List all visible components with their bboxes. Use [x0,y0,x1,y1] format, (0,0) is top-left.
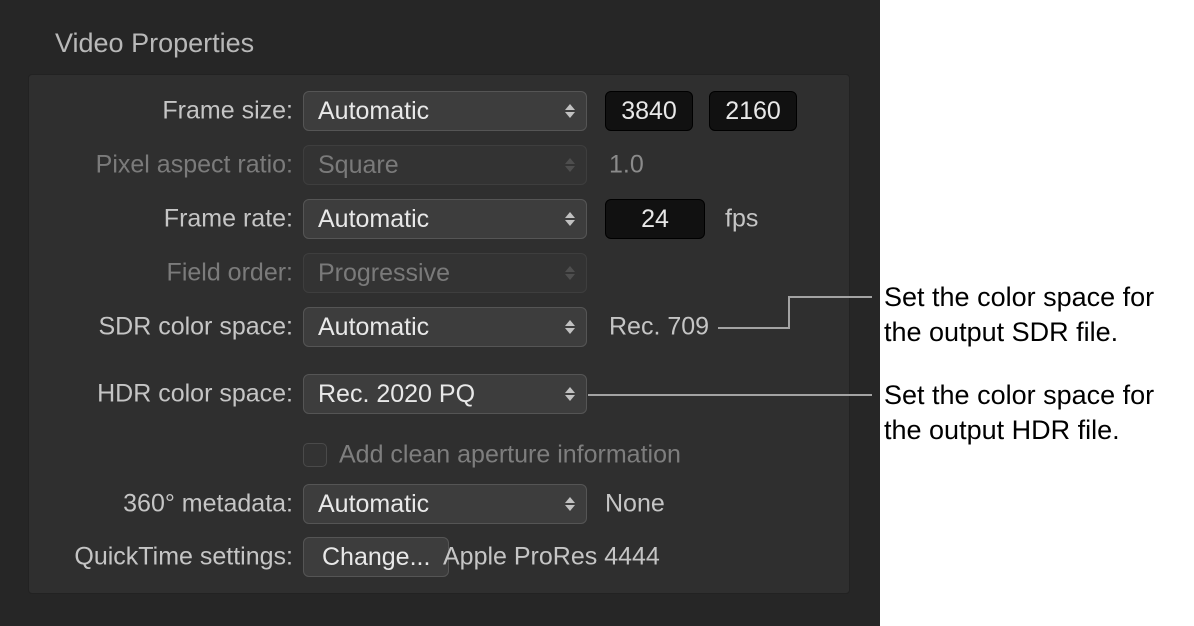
updown-icon [562,207,578,231]
updown-icon [562,382,578,406]
properties-form: Frame size: Automatic 3840 2160 Pixel as… [28,74,850,594]
pixel-aspect-dropdown: Square [303,145,587,185]
leader-line [718,327,788,329]
callout-sdr-line1: Set the color space for [884,282,1154,312]
metadata-360-value: None [605,490,665,519]
callout-hdr: Set the color space for the output HDR f… [884,378,1154,448]
section-title: Video Properties [55,28,254,59]
updown-icon [562,153,578,177]
field-order-label: Field order: [167,259,293,288]
frame-rate-dropdown-value: Automatic [318,205,429,234]
updown-icon [562,99,578,123]
sdr-color-space-value: Rec. 709 [609,313,709,342]
row-field-order: Field order: Progressive [29,251,849,295]
updown-icon [562,315,578,339]
hdr-color-space-dropdown[interactable]: Rec. 2020 PQ [303,374,587,414]
frame-rate-label: Frame rate: [164,205,293,234]
metadata-360-dropdown[interactable]: Automatic [303,484,587,524]
frame-width-field[interactable]: 3840 [605,91,693,131]
pixel-aspect-dropdown-value: Square [318,151,399,180]
frame-height-field[interactable]: 2160 [709,91,797,131]
frame-rate-dropdown[interactable]: Automatic [303,199,587,239]
field-order-dropdown: Progressive [303,253,587,293]
callout-hdr-line1: Set the color space for [884,380,1154,410]
pixel-aspect-value: 1.0 [609,151,644,180]
updown-icon [562,261,578,285]
hdr-color-space-label: HDR color space: [97,380,293,409]
row-360-metadata: 360° metadata: Automatic None [29,482,849,526]
video-properties-panel: Video Properties Frame size: Automatic 3… [0,0,880,626]
callout-hdr-line2: the output HDR file. [884,415,1120,445]
metadata-360-label: 360° metadata: [123,490,293,519]
row-quicktime-settings: QuickTime settings: Change... Apple ProR… [29,535,849,579]
metadata-360-dropdown-value: Automatic [318,490,429,519]
quicktime-change-button[interactable]: Change... [303,537,449,577]
field-order-dropdown-value: Progressive [318,259,450,288]
sdr-color-space-label: SDR color space: [98,313,293,342]
row-clean-aperture: Add clean aperture information [29,433,849,477]
leader-line [788,296,790,329]
frame-size-dropdown-value: Automatic [318,97,429,126]
leader-line [788,296,872,298]
quicktime-codec-value: Apple ProRes 4444 [443,543,660,572]
frame-size-label: Frame size: [162,97,293,126]
row-pixel-aspect: Pixel aspect ratio: Square 1.0 [29,143,849,187]
updown-icon [562,492,578,516]
callout-sdr-line2: the output SDR file. [884,317,1118,347]
callout-sdr: Set the color space for the output SDR f… [884,280,1154,350]
row-frame-size: Frame size: Automatic 3840 2160 [29,89,849,133]
sdr-color-space-dropdown[interactable]: Automatic [303,307,587,347]
hdr-color-space-dropdown-value: Rec. 2020 PQ [318,380,475,409]
frame-rate-unit: fps [725,205,758,234]
clean-aperture-checkbox[interactable] [303,443,327,467]
leader-line [588,394,872,396]
sdr-color-space-dropdown-value: Automatic [318,313,429,342]
frame-size-dropdown[interactable]: Automatic [303,91,587,131]
quicktime-settings-label: QuickTime settings: [74,543,293,572]
pixel-aspect-label: Pixel aspect ratio: [96,151,293,180]
clean-aperture-label: Add clean aperture information [339,441,681,470]
row-frame-rate: Frame rate: Automatic 24 fps [29,197,849,241]
frame-rate-field[interactable]: 24 [605,199,705,239]
